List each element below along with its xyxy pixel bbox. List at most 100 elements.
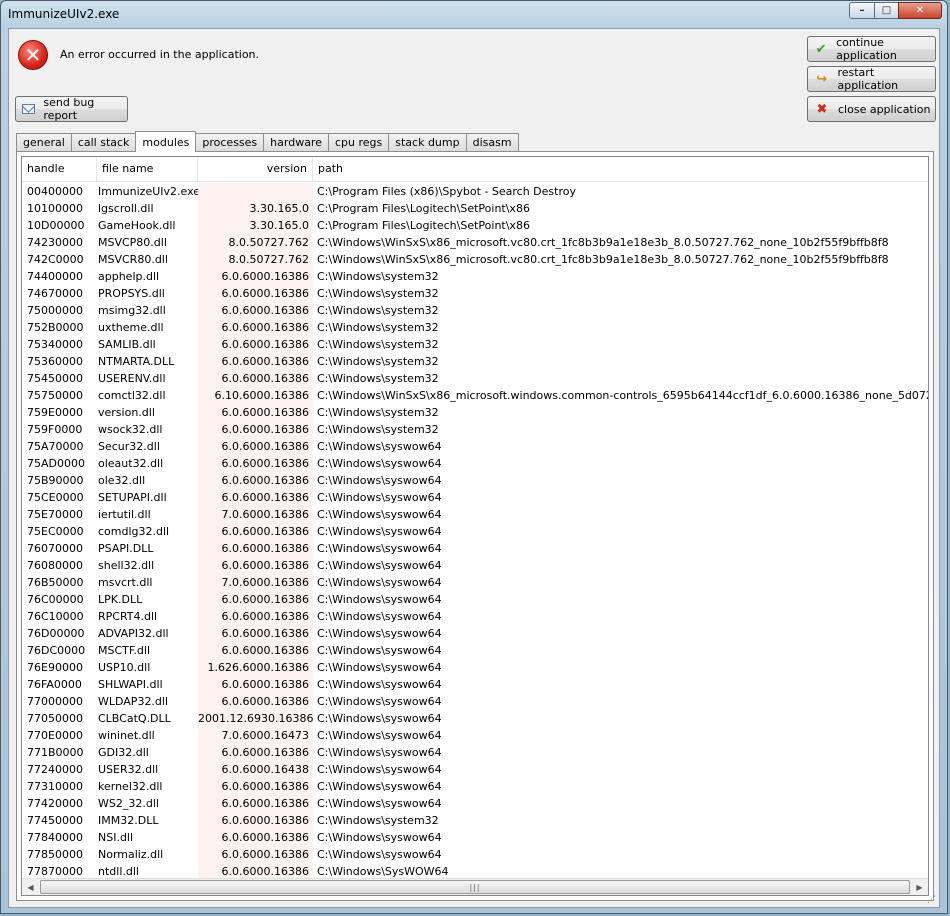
cell-path: C:\Windows\syswow64: [317, 508, 442, 521]
cell-version: 6.0.6000.16386: [198, 455, 313, 472]
table-row[interactable]: 77240000 USER32.dll 6.0.6000.16438 C:\Windo…: [22, 761, 928, 778]
cell-handle: 77420000: [27, 797, 83, 810]
table-row[interactable]: 76D00000 ADVAPI32.dll 6.0.6000.16386 C:\Win…: [22, 625, 928, 642]
cell-path: C:\Program Files\Logitech\SetPoint\x86: [317, 202, 530, 215]
cell-path: C:\Windows\syswow64: [317, 593, 442, 606]
table-row[interactable]: 759E0000 version.dll 6.0.6000.16386 C:\Wind…: [22, 404, 928, 421]
horizontal-scrollbar[interactable]: ◀ ||| ▶: [22, 878, 928, 895]
table-row[interactable]: 75EC0000 comdlg32.dll 6.0.6000.16386 C:\Win…: [22, 523, 928, 540]
tab-general[interactable]: general: [16, 133, 72, 151]
table-row[interactable]: 75B90000 ole32.dll 6.0.6000.16386 C:\Window…: [22, 472, 928, 489]
table-row[interactable]: 77050000 CLBCatQ.DLL 2001.12.6930.16386 C:\…: [22, 710, 928, 727]
table-row[interactable]: 75360000 NTMARTA.DLL 6.0.6000.16386 C:\Wind…: [22, 353, 928, 370]
cell-file-name: version.dll: [98, 406, 155, 419]
table-row[interactable]: 10D00000 GameHook.dll 3.30.165.0 C:\Program…: [22, 217, 928, 234]
cell-version: 6.10.6000.16386: [198, 387, 313, 404]
table-row[interactable]: 76FA0000 SHLWAPI.dll 6.0.6000.16386 C:\Wind…: [22, 676, 928, 693]
table-row[interactable]: 75CE0000 SETUPAPI.dll 6.0.6000.16386 C:\Win…: [22, 489, 928, 506]
cell-file-name: msvcrt.dll: [98, 576, 153, 589]
table-row[interactable]: 74230000 MSVCP80.dll 8.0.50727.762 C:\Windo…: [22, 234, 928, 251]
scrollbar-thumb[interactable]: |||: [40, 880, 910, 894]
table-row[interactable]: 771B0000 GDI32.dll 6.0.6000.16386 C:\Window…: [22, 744, 928, 761]
table-row[interactable]: 77850000 Normaliz.dll 6.0.6000.16386 C:\Win…: [22, 846, 928, 863]
cell-file-name: wsock32.dll: [98, 423, 163, 436]
column-header-version[interactable]: version: [198, 157, 313, 181]
table-row[interactable]: 77840000 NSI.dll 6.0.6000.16386 C:\Windows\…: [22, 829, 928, 846]
cell-version: 1.626.6000.16386: [198, 659, 313, 676]
cell-handle: 77840000: [27, 831, 83, 844]
table-row[interactable]: 76C10000 RPCRT4.dll 6.0.6000.16386 C:\Windo…: [22, 608, 928, 625]
cell-path: C:\Windows\syswow64: [317, 525, 442, 538]
cell-version: 6.0.6000.16386: [198, 608, 313, 625]
modules-list[interactable]: handle file name version path 00400000 Im…: [21, 156, 929, 896]
table-row[interactable]: 75750000 comctl32.dll 6.10.6000.16386 C:\Wi…: [22, 387, 928, 404]
table-row[interactable]: 770E0000 wininet.dll 7.0.6000.16473 C:\Wind…: [22, 727, 928, 744]
cell-version: 6.0.6000.16386: [198, 829, 313, 846]
send-bug-report-button[interactable]: send bug report: [15, 96, 128, 122]
table-row[interactable]: 75AD0000 oleaut32.dll 6.0.6000.16386 C:\Win…: [22, 455, 928, 472]
table-row[interactable]: 00400000 ImmunizeUIv2.exe C:\Program Files…: [22, 183, 928, 200]
table-row[interactable]: 742C0000 MSVCR80.dll 8.0.50727.762 C:\Windo…: [22, 251, 928, 268]
restart-application-button[interactable]: ↪ restart application: [807, 66, 936, 92]
table-row[interactable]: 76DC0000 MSCTF.dll 6.0.6000.16386 C:\Window…: [22, 642, 928, 659]
column-header-path[interactable]: path: [313, 157, 928, 181]
tab-cpu-regs[interactable]: cpu regs: [327, 133, 390, 151]
title-bar[interactable]: ImmunizeUIv2.exe – □ ✕: [1, 1, 947, 27]
table-row[interactable]: 10100000 lgscroll.dll 3.30.165.0 C:\Program…: [22, 200, 928, 217]
cell-path: C:\Program Files (x86)\Spybot - Search D…: [317, 185, 576, 198]
continue-application-button[interactable]: ✔ continue application: [807, 36, 936, 62]
table-row[interactable]: 759F0000 wsock32.dll 6.0.6000.16386 C:\Wind…: [22, 421, 928, 438]
table-row[interactable]: 76070000 PSAPI.DLL 6.0.6000.16386 C:\Window…: [22, 540, 928, 557]
column-header-file-name[interactable]: file name: [97, 157, 198, 181]
cell-version: 6.0.6000.16386: [198, 472, 313, 489]
table-row[interactable]: 76C00000 LPK.DLL 6.0.6000.16386 C:\Windows\…: [22, 591, 928, 608]
table-row[interactable]: 75A70000 Secur32.dll 6.0.6000.16386 C:\Wind…: [22, 438, 928, 455]
scroll-left-icon[interactable]: ◀: [23, 880, 38, 894]
table-row[interactable]: 77000000 WLDAP32.dll 6.0.6000.16386 C:\Wind…: [22, 693, 928, 710]
error-message: An error occurred in the application.: [60, 48, 260, 61]
table-row[interactable]: 74670000 PROPSYS.dll 6.0.6000.16386 C:\Wind…: [22, 285, 928, 302]
cell-file-name: apphelp.dll: [98, 270, 160, 283]
cell-file-name: SETUPAPI.dll: [98, 491, 167, 504]
table-row[interactable]: 752B0000 uxtheme.dll 6.0.6000.16386 C:\Wind…: [22, 319, 928, 336]
tab-call-stack[interactable]: call stack: [70, 133, 137, 151]
maximize-button[interactable]: □: [874, 2, 899, 19]
tab-hardware[interactable]: hardware: [263, 133, 329, 151]
cell-version: 8.0.50727.762: [198, 251, 313, 268]
table-row[interactable]: 75340000 SAMLIB.dll 6.0.6000.16386 C:\Windo…: [22, 336, 928, 353]
resize-grip-icon[interactable]: ⋰: [927, 895, 937, 905]
close-window-button[interactable]: ✕: [898, 2, 942, 19]
table-row[interactable]: 74400000 apphelp.dll 6.0.6000.16386 C:\Wind…: [22, 268, 928, 285]
scroll-right-icon[interactable]: ▶: [912, 880, 927, 894]
cell-file-name: SHLWAPI.dll: [98, 678, 163, 691]
tab-processes[interactable]: processes: [195, 133, 265, 151]
column-header-handle[interactable]: handle: [22, 157, 97, 181]
table-row[interactable]: 75000000 msimg32.dll 6.0.6000.16386 C:\Wind…: [22, 302, 928, 319]
tab-modules[interactable]: modules: [135, 131, 197, 152]
table-row[interactable]: 76E90000 USP10.dll 1.626.6000.16386 C:\Wind…: [22, 659, 928, 676]
close-application-label: close application: [838, 102, 931, 116]
table-row[interactable]: 75E70000 iertutil.dll 7.0.6000.16386 C:\Win…: [22, 506, 928, 523]
cell-version: 6.0.6000.16386: [198, 353, 313, 370]
close-application-button[interactable]: ✖ close application: [807, 96, 936, 122]
cell-handle: 75E70000: [27, 508, 83, 521]
app-window: ImmunizeUIv2.exe – □ ✕ ✕ An error occurr…: [0, 0, 948, 914]
table-row[interactable]: 77420000 WS2_32.dll 6.0.6000.16386 C:\Windo…: [22, 795, 928, 812]
table-row[interactable]: 75450000 USERENV.dll 6.0.6000.16386 C:\Wind…: [22, 370, 928, 387]
cell-version: 6.0.6000.16386: [198, 285, 313, 302]
table-row[interactable]: 77310000 kernel32.dll 6.0.6000.16386 C:\Win…: [22, 778, 928, 795]
cell-file-name: kernel32.dll: [98, 780, 163, 793]
minimize-button[interactable]: –: [849, 2, 875, 19]
table-row[interactable]: 77450000 IMM32.DLL 6.0.6000.16386 C:\Window…: [22, 812, 928, 829]
cell-version: 3.30.165.0: [198, 217, 313, 234]
tab-disasm[interactable]: disasm: [465, 133, 519, 151]
cell-handle: 77050000: [27, 712, 83, 725]
cell-version: 6.0.6000.16386: [198, 370, 313, 387]
table-row[interactable]: 76B50000 msvcrt.dll 7.0.6000.16386 C:\Windo…: [22, 574, 928, 591]
tab-stack-dump[interactable]: stack dump: [388, 133, 467, 151]
cell-handle: 10100000: [27, 202, 83, 215]
cell-handle: 75000000: [27, 304, 83, 317]
table-row[interactable]: 76080000 shell32.dll 6.0.6000.16386 C:\Wind…: [22, 557, 928, 574]
cell-handle: 75B90000: [27, 474, 84, 487]
cell-version: 6.0.6000.16386: [198, 625, 313, 642]
